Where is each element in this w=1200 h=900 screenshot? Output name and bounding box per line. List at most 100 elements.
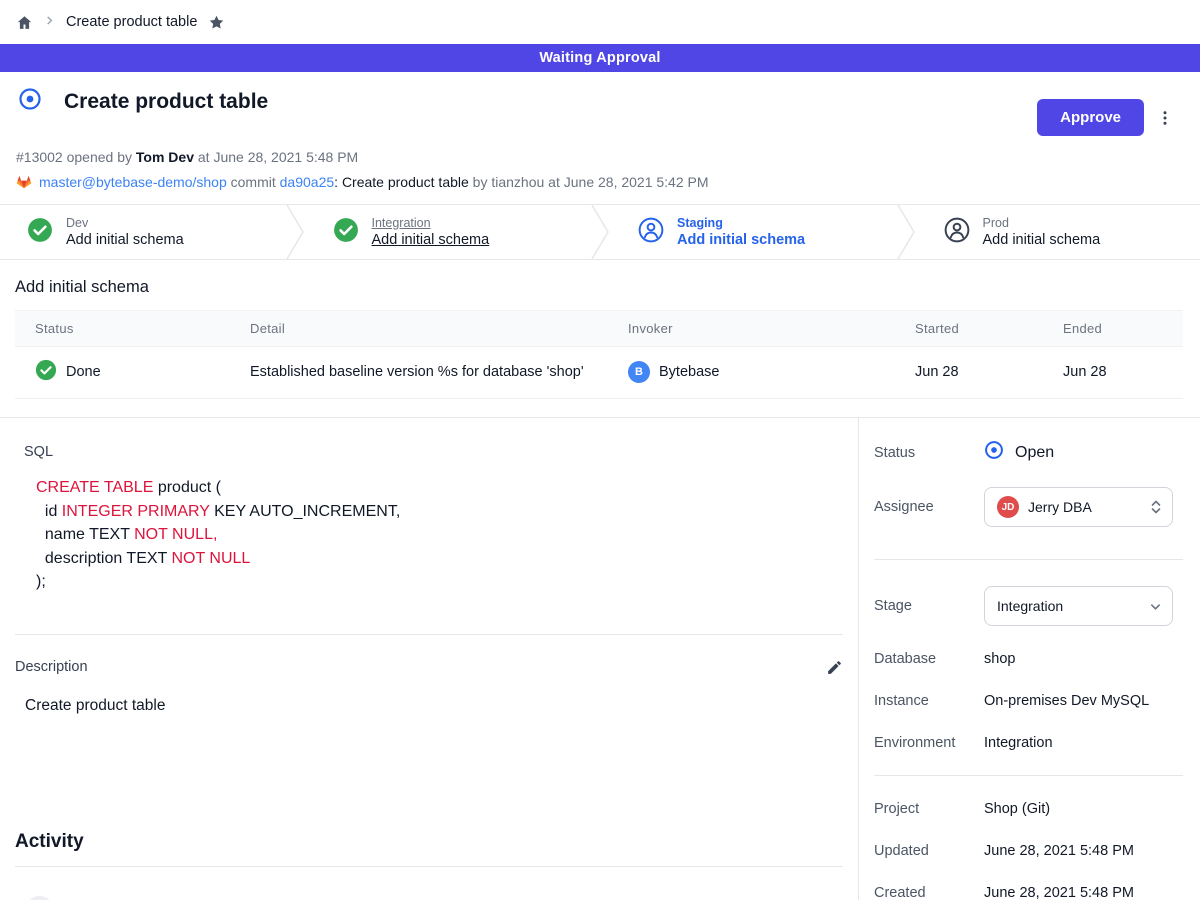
- description-value: Create product table: [25, 697, 843, 715]
- sql-line: description TEXT NOT NULL: [36, 547, 843, 571]
- task-started: Jun 28: [895, 347, 1043, 399]
- stage-env-label: Prod: [983, 216, 1101, 230]
- assignee-value: Jerry DBA: [1028, 499, 1092, 515]
- column-header-ended: Ended: [1043, 311, 1183, 347]
- commit-branch-link[interactable]: master@bytebase-demo/shop: [39, 174, 227, 190]
- assignee-avatar: JD: [997, 496, 1019, 518]
- sql-line: id INTEGER PRIMARY KEY AUTO_INCREMENT,: [36, 500, 843, 524]
- breadcrumb-page-title: Create product table: [66, 14, 197, 30]
- task-table: Status Detail Invoker Started Ended Done…: [15, 310, 1183, 399]
- sidebar-divider: [874, 775, 1183, 776]
- sql-line: CREATE TABLE product (: [36, 476, 843, 500]
- home-icon[interactable]: [16, 14, 33, 31]
- sidebar-divider: [874, 559, 1183, 560]
- stage-value: Integration: [997, 598, 1063, 614]
- task-status: Done: [66, 364, 101, 380]
- edit-pencil-icon[interactable]: [826, 659, 843, 676]
- task-section: Add initial schema Status Detail Invoker…: [0, 260, 1200, 418]
- stage-task-label: Add initial schema: [983, 232, 1101, 248]
- commit-colon: :: [334, 174, 342, 190]
- issue-header: Create product table Approve #13002 open…: [0, 72, 1200, 204]
- status-open-icon: [984, 440, 1004, 465]
- task-detail: Established baseline version %s for data…: [230, 347, 608, 399]
- task-ended: Jun 28: [1043, 347, 1183, 399]
- stage-task-label: Add initial schema: [372, 232, 490, 248]
- issue-meta: #13002 opened by Tom Dev at June 28, 202…: [16, 149, 1174, 165]
- main-column: SQL CREATE TABLE product ( id INTEGER PR…: [0, 418, 858, 900]
- database-label: Database: [874, 651, 984, 667]
- issue-page: Create product table Waiting Approval Cr…: [0, 0, 1200, 900]
- commit-message: Create product table: [342, 174, 469, 190]
- stage-separator: [589, 205, 611, 259]
- status-banner-text: Waiting Approval: [539, 50, 660, 66]
- database-value: shop: [984, 651, 1015, 667]
- person-circle-icon: [944, 217, 970, 248]
- task-section-title: Add initial schema: [15, 278, 1200, 297]
- column-header-detail: Detail: [230, 311, 608, 347]
- description-label: Description: [15, 659, 88, 675]
- created-label: Created: [874, 885, 984, 900]
- project-label: Project: [874, 801, 984, 817]
- stage-dev[interactable]: Dev Add initial schema: [0, 205, 284, 259]
- stage-separator: [895, 205, 917, 259]
- approve-button[interactable]: Approve: [1037, 99, 1144, 136]
- instance-label: Instance: [874, 693, 984, 709]
- chevron-right-icon: [44, 13, 55, 31]
- stage-select[interactable]: Integration: [984, 586, 1173, 626]
- stage-integration[interactable]: Integration Add initial schema: [306, 205, 590, 259]
- gitlab-icon: [16, 174, 32, 190]
- environment-label: Environment: [874, 735, 984, 751]
- stage-task-label: Add initial schema: [66, 232, 184, 248]
- plus-icon: +: [25, 896, 54, 900]
- pipeline-stage-bar: Dev Add initial schema Integration Add i…: [0, 204, 1200, 260]
- created-value: June 28, 2021 5:48 PM: [984, 885, 1134, 900]
- stage-separator: [284, 205, 306, 259]
- sql-line: );: [36, 570, 843, 594]
- sql-line: name TEXT NOT NULL,: [36, 523, 843, 547]
- check-circle-icon: [333, 217, 359, 248]
- task-invoker: Bytebase: [659, 364, 719, 380]
- activity-title: Activity: [15, 831, 843, 853]
- stage-env-label: Integration: [372, 216, 490, 230]
- stage-env-label: Dev: [66, 216, 184, 230]
- sql-label: SQL: [24, 444, 843, 460]
- assignee-label: Assignee: [874, 499, 984, 515]
- chevron-down-icon: [1149, 600, 1162, 613]
- stage-label: Stage: [874, 598, 984, 614]
- commit-info: master@bytebase-demo/shop commit da90a25…: [16, 174, 1174, 190]
- assignee-select[interactable]: JD Jerry DBA: [984, 487, 1173, 527]
- star-icon[interactable]: [208, 14, 225, 31]
- check-circle-icon: [27, 217, 53, 248]
- status-value: Open: [1015, 444, 1054, 462]
- check-circle-icon: [35, 359, 57, 385]
- updown-chevron-icon: [1150, 499, 1162, 515]
- page-title: Create product table: [64, 90, 268, 114]
- column-header-invoker: Invoker: [608, 311, 895, 347]
- commit-label: commit: [227, 174, 280, 190]
- stage-env-label: Staging: [677, 216, 805, 230]
- instance-value: On-premises Dev MySQL: [984, 693, 1149, 709]
- table-row[interactable]: Done Established baseline version %s for…: [15, 347, 1183, 399]
- commit-author-time: by tianzhou at June 28, 2021 5:42 PM: [469, 174, 709, 190]
- divider: [15, 866, 843, 867]
- activity-item: + Bytebase created issue Jun 28: [25, 896, 843, 900]
- updated-label: Updated: [874, 843, 984, 859]
- issue-author: Tom Dev: [136, 149, 194, 165]
- stage-task-label: Add initial schema: [677, 232, 805, 248]
- person-circle-icon: [638, 217, 664, 248]
- sql-statement: CREATE TABLE product ( id INTEGER PRIMAR…: [36, 476, 843, 594]
- stage-prod[interactable]: Prod Add initial schema: [917, 205, 1200, 259]
- status-label: Status: [874, 445, 984, 461]
- stage-staging[interactable]: Staging Add initial schema: [611, 205, 895, 259]
- divider: [15, 634, 843, 635]
- project-value: Shop (Git): [984, 801, 1050, 817]
- status-banner: Waiting Approval: [0, 44, 1200, 72]
- issue-number: #13002 opened by: [16, 149, 136, 165]
- column-header-started: Started: [895, 311, 1043, 347]
- updated-value: June 28, 2021 5:48 PM: [984, 843, 1134, 859]
- commit-hash-link[interactable]: da90a25: [280, 174, 335, 190]
- kebab-menu-icon[interactable]: [1156, 108, 1174, 128]
- column-header-status: Status: [15, 311, 230, 347]
- invoker-avatar: B: [628, 361, 650, 383]
- issue-sidebar: Status Open Assignee JD Jerry DBA Stage …: [858, 418, 1200, 900]
